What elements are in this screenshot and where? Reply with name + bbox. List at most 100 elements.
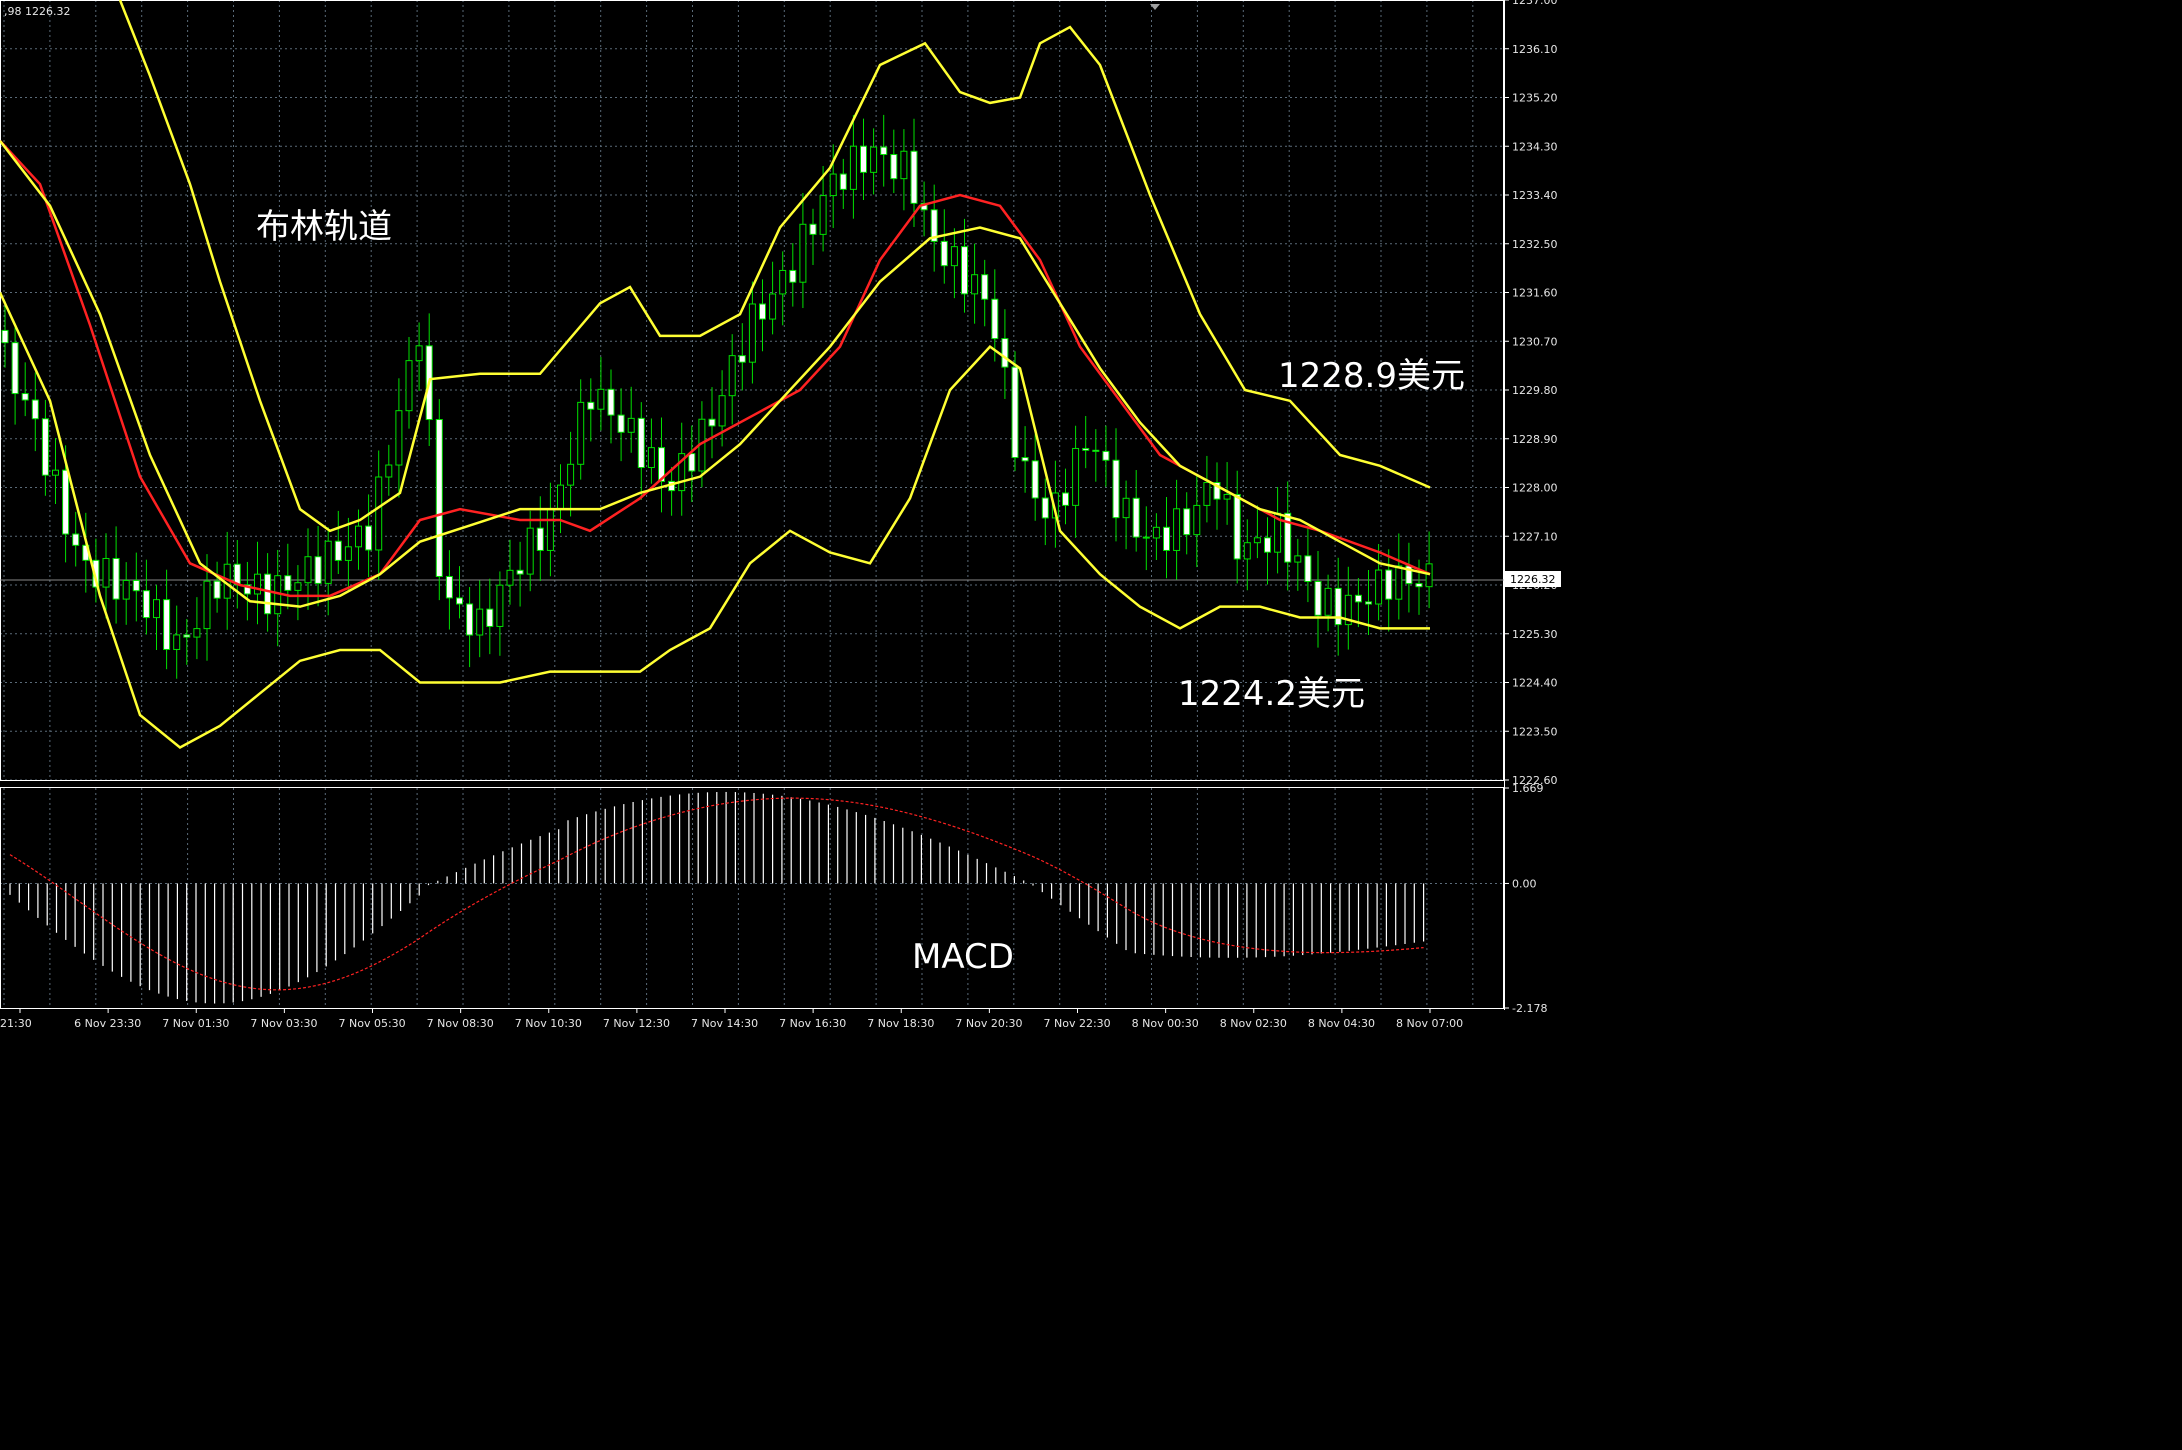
candle-body (738, 355, 746, 363)
candle-body (163, 599, 171, 650)
candle-body (849, 145, 857, 190)
candle-body (769, 293, 777, 320)
price-chart: ,98 1226.32 1237.00 1236.10 1235.20 1234.30… (0, 0, 1568, 1042)
candle-body (62, 469, 70, 535)
candle-body (1203, 482, 1211, 506)
candle-body (748, 303, 756, 363)
candle-body (1314, 581, 1322, 616)
y-tick-label: 1236.10 (1512, 43, 1558, 56)
x-tick-label: 8 Nov 07:00 (1396, 1017, 1463, 1030)
bollinger-annotation: 布林轨道 (256, 207, 392, 247)
candle-body (718, 395, 726, 427)
y-tick-label: 1231.60 (1512, 287, 1558, 300)
candle-body (1365, 601, 1372, 605)
candle-body (789, 269, 797, 283)
candle-body (193, 628, 201, 638)
candle-body (557, 484, 564, 510)
candle-body (466, 603, 474, 636)
candle-body (52, 469, 59, 476)
candle-body (839, 173, 847, 190)
candle-body (1233, 493, 1241, 560)
candle-body (880, 146, 888, 156)
y-tick-label: 1225.30 (1512, 628, 1558, 641)
candle-body (11, 342, 19, 395)
candle-body (264, 573, 272, 615)
candle-body (1193, 504, 1201, 536)
candle-body (445, 575, 453, 599)
x-tick-label: 7 Nov 20:30 (955, 1017, 1022, 1030)
candle-body (1041, 497, 1049, 519)
candle-body (617, 414, 625, 433)
candle-body (102, 557, 110, 588)
candle-body (759, 303, 766, 320)
candle-body (577, 401, 585, 465)
candle-body (1385, 569, 1393, 600)
candle-body (1415, 583, 1423, 588)
candle-body (779, 269, 787, 295)
macd-tick-label: 0.00 (1512, 877, 1537, 890)
candle-body (1152, 526, 1160, 539)
candle-body (1375, 569, 1383, 605)
candle-body (506, 569, 514, 586)
x-tick-label: 7 Nov 14:30 (691, 1017, 758, 1030)
candle-body (314, 556, 322, 584)
x-tick-label: 7 Nov 22:30 (1044, 1017, 1111, 1030)
candle-body (112, 557, 120, 600)
candle-body (476, 608, 484, 636)
candle-body (1021, 457, 1029, 462)
x-tick-label: 7 Nov 16:30 (779, 1017, 846, 1030)
candle-body (829, 173, 837, 197)
candle-body (688, 453, 696, 472)
y-tick-label: 1235.20 (1512, 92, 1558, 105)
candle-body (183, 634, 191, 638)
candle-body (981, 274, 989, 300)
candle-body (496, 584, 504, 627)
x-tick-label: 7 Nov 10:30 (515, 1017, 582, 1030)
candle-body (1072, 447, 1080, 506)
candle-body (334, 540, 342, 561)
candle-body (607, 388, 615, 416)
candle-body (456, 597, 463, 605)
candle-body (1354, 594, 1362, 603)
candle-body (546, 508, 554, 551)
candle-body (1, 329, 9, 344)
candle-body (809, 223, 817, 235)
x-tick-label: 7 Nov 05:30 (339, 1017, 406, 1030)
candle-body (900, 150, 908, 180)
candle-body (991, 298, 999, 340)
candle-body (860, 145, 867, 173)
candle-body (940, 240, 948, 267)
candle-body (1173, 508, 1181, 551)
x-tick-label: 6 Nov 23:30 (74, 1017, 141, 1030)
candle-body (587, 401, 595, 410)
y-tick-label: 1228.90 (1512, 433, 1558, 446)
x-tick-label: 8 Nov 00:30 (1132, 1017, 1199, 1030)
y-tick-label: 1234.30 (1512, 140, 1558, 153)
candle-body (1395, 565, 1403, 600)
y-tick-label: 1228.00 (1512, 482, 1558, 495)
candle-body (324, 540, 332, 584)
candle-body (1304, 555, 1312, 583)
candle-body (950, 246, 958, 267)
candle-body (173, 634, 181, 650)
candle-body (203, 580, 211, 630)
candle-body (1253, 537, 1261, 544)
candle-body (254, 573, 261, 595)
candle-body (627, 417, 635, 433)
candle-body (1223, 493, 1231, 500)
candle-body (355, 525, 362, 548)
candle-body (304, 556, 312, 584)
candle-body (1112, 459, 1120, 519)
candle-body (375, 476, 383, 551)
candle-body (647, 447, 655, 469)
candle-body (819, 195, 827, 235)
y-tick-label: 1224.40 (1512, 677, 1558, 690)
candle-body (344, 546, 352, 561)
y-tick-label: 1227.10 (1512, 530, 1558, 543)
y-tick-label: 1233.40 (1512, 189, 1558, 202)
candle-body (31, 399, 39, 420)
candle-body (1163, 526, 1170, 551)
candle-body (365, 525, 373, 551)
candle-body (1334, 587, 1342, 626)
x-tick-label: 7 Nov 08:30 (427, 1017, 494, 1030)
